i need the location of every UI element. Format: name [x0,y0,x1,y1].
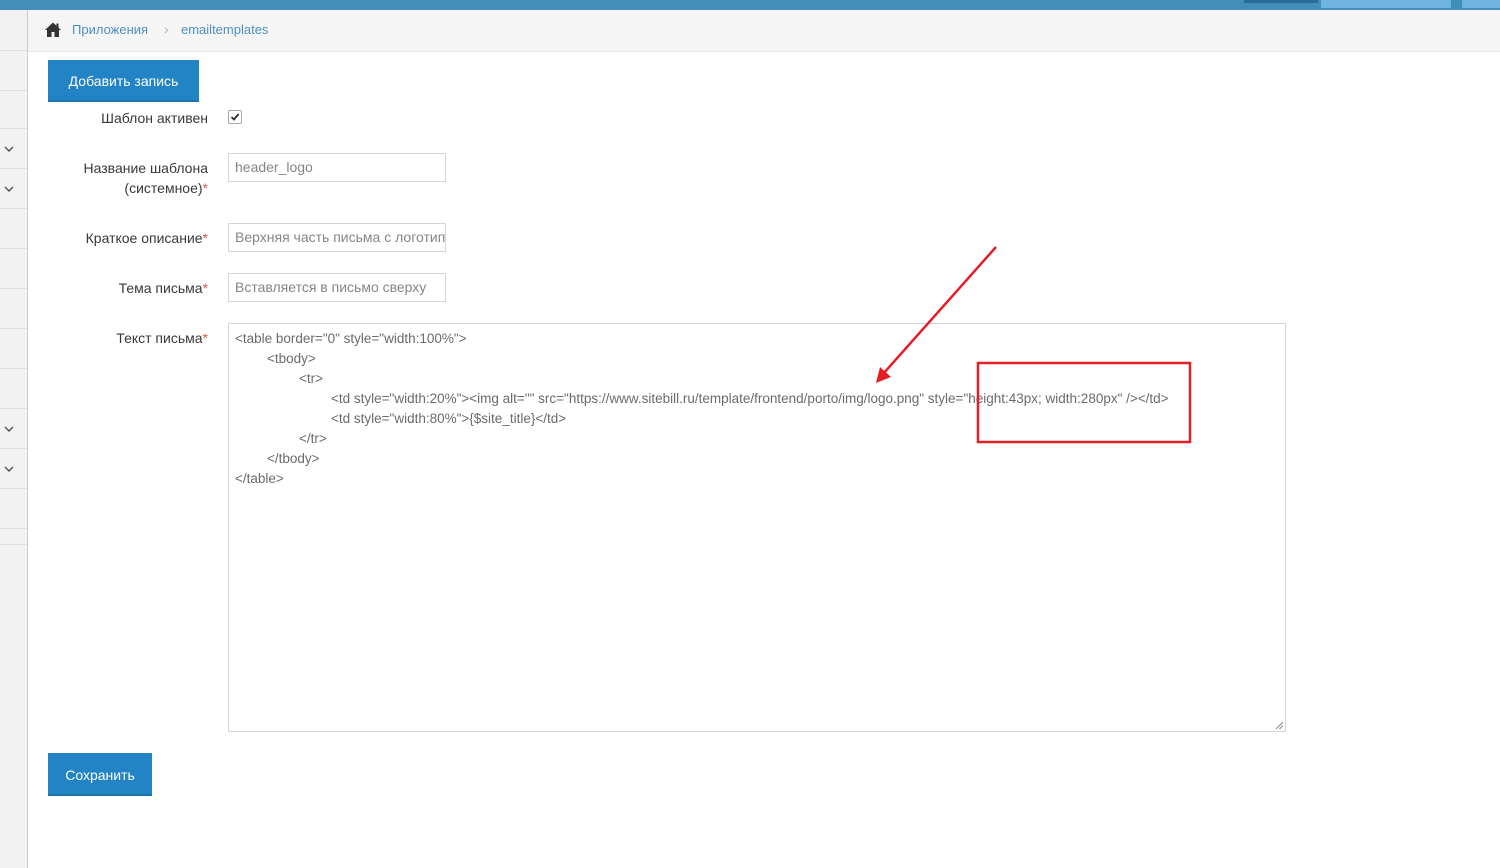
breadcrumb-current[interactable]: emailtemplates [181,22,268,38]
navbar-tab[interactable] [1321,0,1451,8]
template-name-label: Название шаблона (системное)* [84,158,209,198]
check-icon [230,113,240,121]
navbar-tab[interactable] [1462,0,1500,8]
active-label: Шаблон активен [101,110,208,126]
sidebar-divider [0,248,27,249]
sidebar-divider [0,168,27,169]
navbar-tab[interactable] [1244,0,1318,3]
sidebar-divider [0,328,27,329]
required-mark: * [202,180,208,196]
sidebar-divider [0,448,27,449]
top-navbar [0,0,1500,10]
code-line: <td style="width:20%"><img alt="" src="h… [331,391,1169,406]
body-label: Текст письма* [116,328,208,348]
chevron-down-icon[interactable] [2,422,16,436]
sidebar-divider [0,208,27,209]
chevron-down-icon[interactable] [2,462,16,476]
template-name-label-line2: (системное)* [84,178,208,198]
sidebar-divider [0,368,27,369]
description-label: Краткое описание* [86,228,208,248]
save-button[interactable]: Сохранить [48,753,152,796]
body-label-text: Текст письма [116,330,203,346]
subject-label-text: Тема письма [118,280,203,296]
code-line: <td style="width:80%">{$site_title}</td> [331,411,567,426]
code-line: </table> [235,471,284,486]
sidebar-divider [0,544,27,545]
breadcrumb-link-apps[interactable]: Приложения [72,22,148,38]
sidebar-divider [0,288,27,289]
required-mark: * [202,230,208,246]
required-mark: * [202,330,208,346]
active-checkbox[interactable] [228,110,242,124]
chevron-down-icon[interactable] [2,142,16,156]
sidebar-divider [0,128,27,129]
description-input[interactable]: Верхняя часть письма с логотипом [228,223,446,252]
home-icon[interactable] [44,21,62,39]
breadcrumb-separator: › [164,21,169,37]
code-line: </tbody> [267,451,320,466]
code-line: <tbody> [267,351,316,366]
add-record-button[interactable]: Добавить запись [48,60,199,102]
template-name-label-line1: Название шаблона [83,160,209,176]
email-body-textarea[interactable]: <table border="0" style="width:100%"> <t… [228,323,1286,732]
code-line: <table border="0" style="width:100%"> [235,331,467,346]
code-line: <tr> [299,371,324,386]
description-label-text: Краткое описание [85,230,203,246]
breadcrumb: Приложения › emailtemplates [28,10,1500,52]
sidebar-divider [0,50,27,51]
sidebar-divider [0,408,27,409]
sidebar-divider [0,90,27,91]
template-name-input[interactable]: header_logo [228,153,446,182]
sidebar-divider [0,488,27,489]
template-name-label-text: (системное) [124,180,203,196]
subject-input[interactable]: Вставляется в письмо сверху [228,273,446,302]
resize-handle-icon[interactable] [1275,721,1284,730]
required-mark: * [202,280,208,296]
code-line: </tr> [299,431,327,446]
sidebar-divider [0,528,27,529]
chevron-down-icon[interactable] [2,182,16,196]
sidebar [0,10,28,868]
subject-label: Тема письма* [119,278,208,298]
